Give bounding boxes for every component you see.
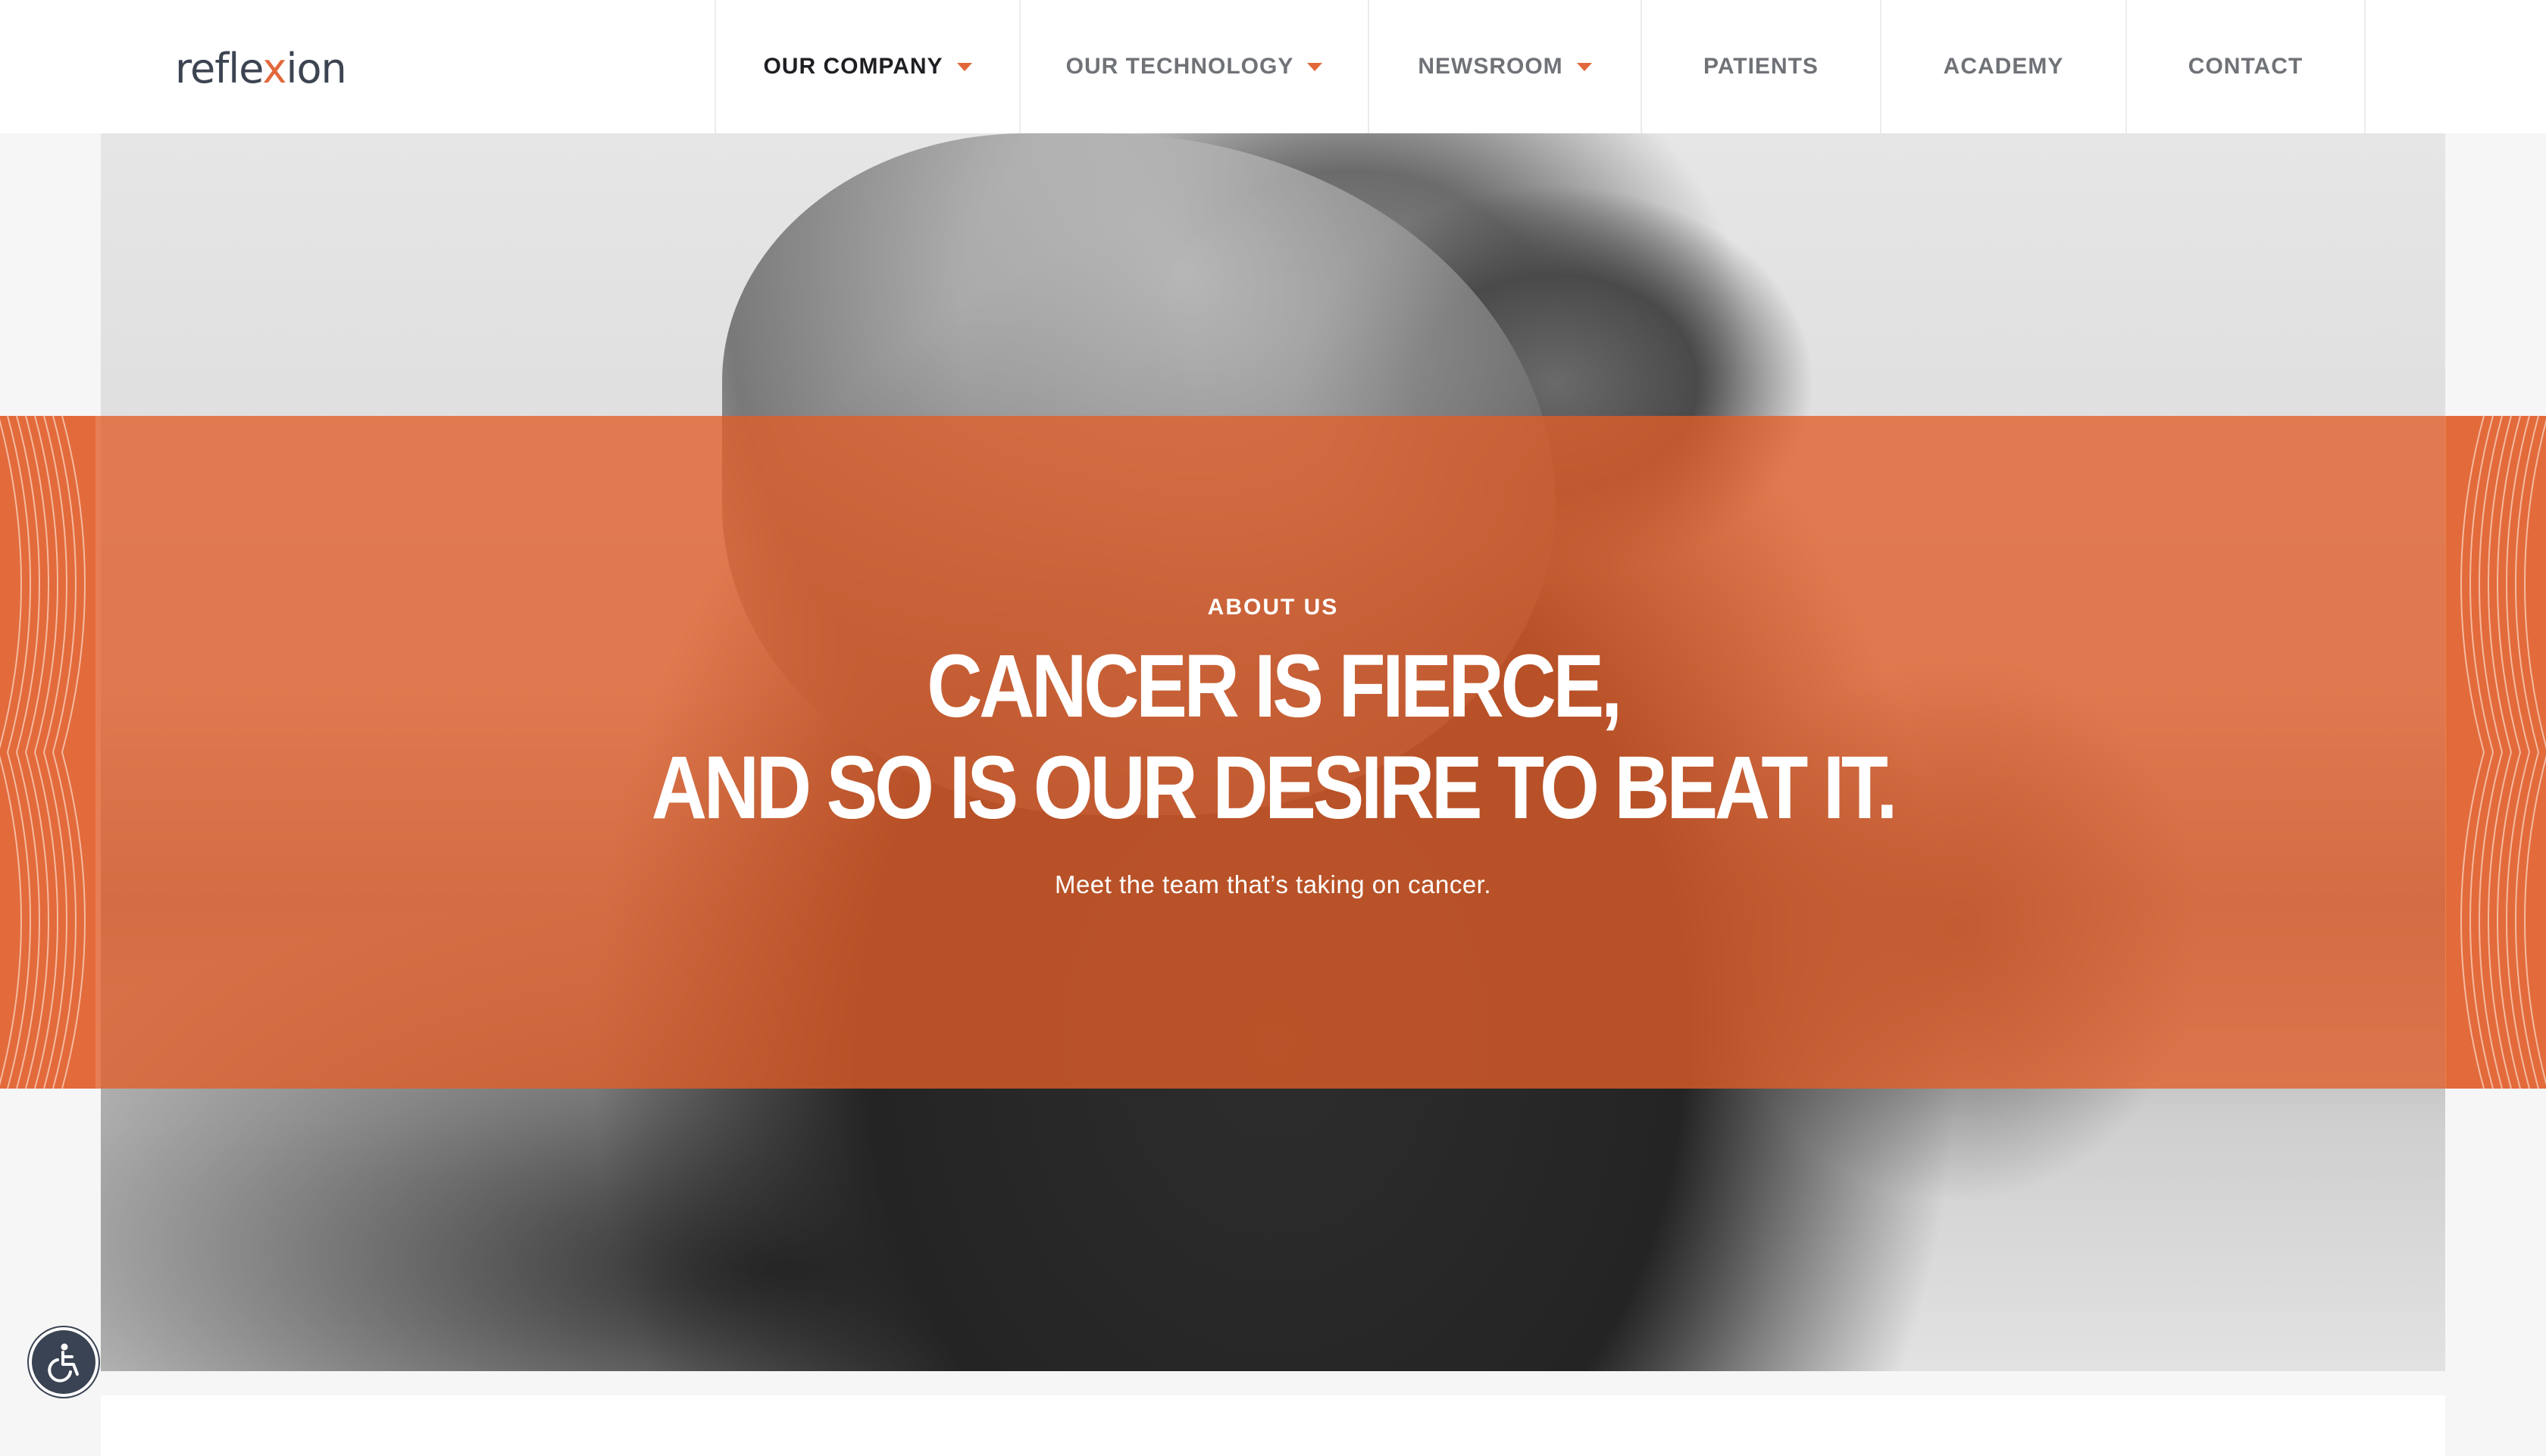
- wave-pattern-right: [2446, 416, 2546, 1089]
- hero-headline: CANCER IS FIERCE, AND SO IS OUR DESIRE T…: [265, 636, 2282, 839]
- reflexion-logo[interactable]: reflexion: [175, 42, 347, 95]
- nav-item-patients[interactable]: PATIENTS: [1641, 0, 1880, 133]
- nav-item-label: OUR TECHNOLOGY: [1065, 54, 1294, 79]
- chevron-down-icon: [956, 62, 972, 71]
- nav-item-newsroom[interactable]: NEWSROOM: [1368, 0, 1641, 133]
- accessibility-button[interactable]: [29, 1327, 99, 1397]
- nav-item-label: ACADEMY: [1943, 54, 2064, 79]
- content-card: [101, 1395, 2445, 1456]
- chevron-down-icon: [1576, 62, 1592, 71]
- nav-item-academy[interactable]: ACADEMY: [1880, 0, 2125, 133]
- hero-headline-line-2: AND SO IS OUR DESIRE TO BEAT IT.: [651, 738, 1898, 838]
- hero-text-block: ABOUT US CANCER IS FIERCE, AND SO IS OUR…: [101, 416, 2445, 1089]
- wave-pattern-left: [0, 416, 95, 1089]
- hero-eyebrow: ABOUT US: [1207, 595, 1339, 620]
- nav-item-our-company[interactable]: OUR COMPANY: [715, 0, 1019, 133]
- nav-item-label: PATIENTS: [1703, 54, 1819, 79]
- nav-item-label: CONTACT: [2188, 54, 2304, 79]
- nav-item-label: OUR COMPANY: [763, 54, 943, 79]
- hero-subtext: Meet the team that’s taking on cancer.: [1054, 870, 1492, 898]
- main-navigation: OUR COMPANY OUR TECHNOLOGY NEWSROOM PATI…: [715, 0, 2366, 133]
- site-header: reflexion OUR COMPANY OUR TECHNOLOGY NEW…: [0, 0, 2546, 133]
- wheelchair-accessibility-icon: [48, 1343, 79, 1383]
- nav-item-label: NEWSROOM: [1418, 54, 1563, 79]
- logo-text-suffix: ion: [286, 45, 347, 92]
- nav-item-our-technology[interactable]: OUR TECHNOLOGY: [1019, 0, 1368, 133]
- logo-text-prefix: refle: [175, 45, 264, 92]
- logo-text-x: x: [262, 45, 287, 92]
- chevron-down-icon: [1307, 62, 1323, 71]
- hero-headline-line-1: CANCER IS FIERCE,: [927, 636, 1622, 736]
- nav-item-contact[interactable]: CONTACT: [2125, 0, 2366, 133]
